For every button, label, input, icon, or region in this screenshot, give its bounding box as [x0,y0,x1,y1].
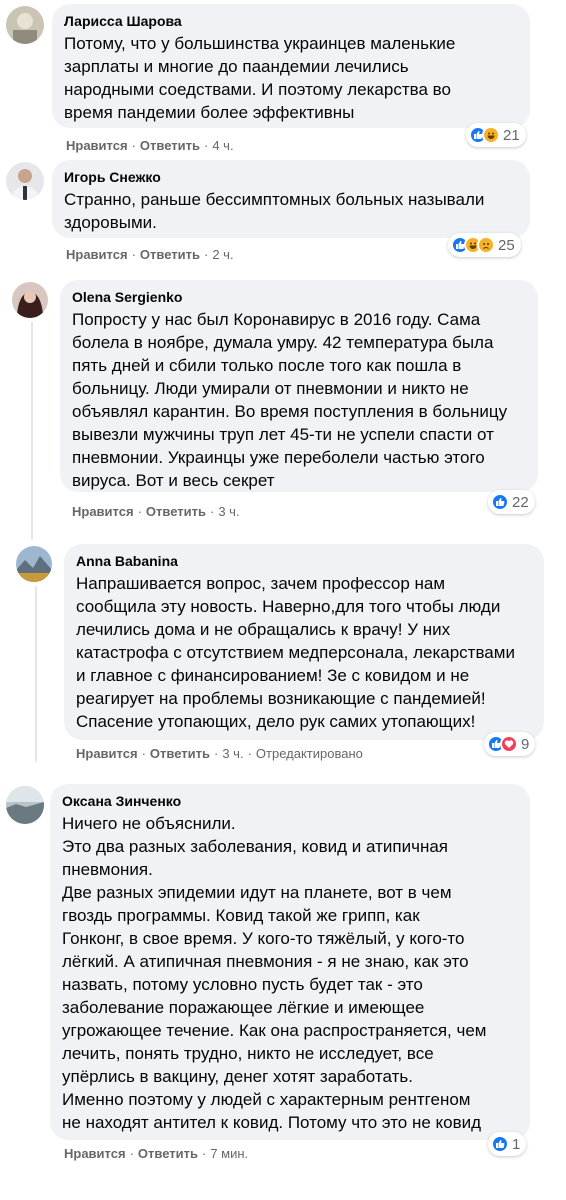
avatar[interactable] [6,162,44,200]
comment-author[interactable]: Olena Sergienko [72,288,526,306]
comment-author[interactable]: Ларисса Шарова [64,12,518,30]
comment-bubble: Ларисса Шарова Потому, что у большинства… [52,4,530,128]
reply-button[interactable]: Ответить [150,746,210,761]
comment-author[interactable]: Игорь Снежко [64,168,518,186]
comment-bubble: Игорь Снежко Странно, раньше бессимптомн… [52,160,530,238]
comment-actions: Нравится · Ответить · 3 ч. [72,504,240,519]
comment-text: Странно, раньше бессимптомных больных на… [64,190,485,232]
reaction-count: 21 [503,126,520,144]
thread-line [35,586,37,762]
like-button[interactable]: Нравится [72,504,134,519]
comment-actions: Нравится · Ответить · 2 ч. [66,247,234,262]
comment-time[interactable]: 7 мин. [210,1146,248,1161]
love-icon [500,735,518,753]
comment-actions: Нравится · Ответить · 4 ч. [66,138,234,153]
reactions-summary[interactable]: 9 [484,732,536,756]
comment-text: Попросту у нас был Коронавирус в 2016 го… [72,310,508,490]
comment-bubble: Olena Sergienko Попросту у нас был Корон… [60,280,538,492]
like-button[interactable]: Нравится [64,1146,126,1161]
edited-label[interactable]: Отредактировано [256,746,363,761]
comment-actions: Нравится · Ответить · 7 мин. [64,1146,249,1161]
thread-line [31,322,33,540]
avatar[interactable] [6,6,44,44]
comment-bubble: Оксана Зинченко Ничего не объяснили. Это… [50,784,530,1140]
comment-time[interactable]: 3 ч. [218,504,239,519]
reactions-summary[interactable]: 1 [488,1132,527,1156]
like-button[interactable]: Нравится [66,247,128,262]
reply-button[interactable]: Ответить [140,138,200,153]
avatar[interactable] [16,546,52,582]
reply-button[interactable]: Ответить [140,247,200,262]
comment-author[interactable]: Anna Babanina [76,552,532,570]
reaction-count: 1 [512,1135,521,1153]
like-icon [491,1135,509,1153]
comment-time[interactable]: 4 ч. [212,138,233,153]
comment-actions: Нравится · Ответить · 3 ч. · Отредактировано [76,746,363,761]
like-icon [491,493,509,511]
sad-icon [477,236,495,254]
haha-icon [482,126,500,144]
avatar[interactable] [6,786,44,824]
reactions-summary[interactable]: 25 [448,233,521,257]
reactions-summary[interactable]: 21 [466,123,526,147]
comment-text: Напрашивается вопрос, зачем профессор на… [76,574,515,731]
like-button[interactable]: Нравится [66,138,128,153]
reactions-summary[interactable]: 22 [488,490,535,514]
comment-time[interactable]: 2 ч. [212,247,233,262]
reaction-count: 25 [498,236,515,254]
avatar[interactable] [12,282,48,318]
reaction-count: 9 [521,735,530,753]
comment-bubble: Anna Babanina Напрашивается вопрос, заче… [64,544,544,740]
comment-author[interactable]: Оксана Зинченко [62,792,518,810]
reaction-count: 22 [512,493,529,511]
reply-button[interactable]: Ответить [146,504,206,519]
like-button[interactable]: Нравится [76,746,138,761]
comment-text: Потому, что у большинства украинцев мале… [64,34,456,122]
comment-time[interactable]: 3 ч. [222,746,243,761]
reply-button[interactable]: Ответить [138,1146,198,1161]
comment-text: Ничего не объяснили. Это два разных забо… [62,814,487,1132]
